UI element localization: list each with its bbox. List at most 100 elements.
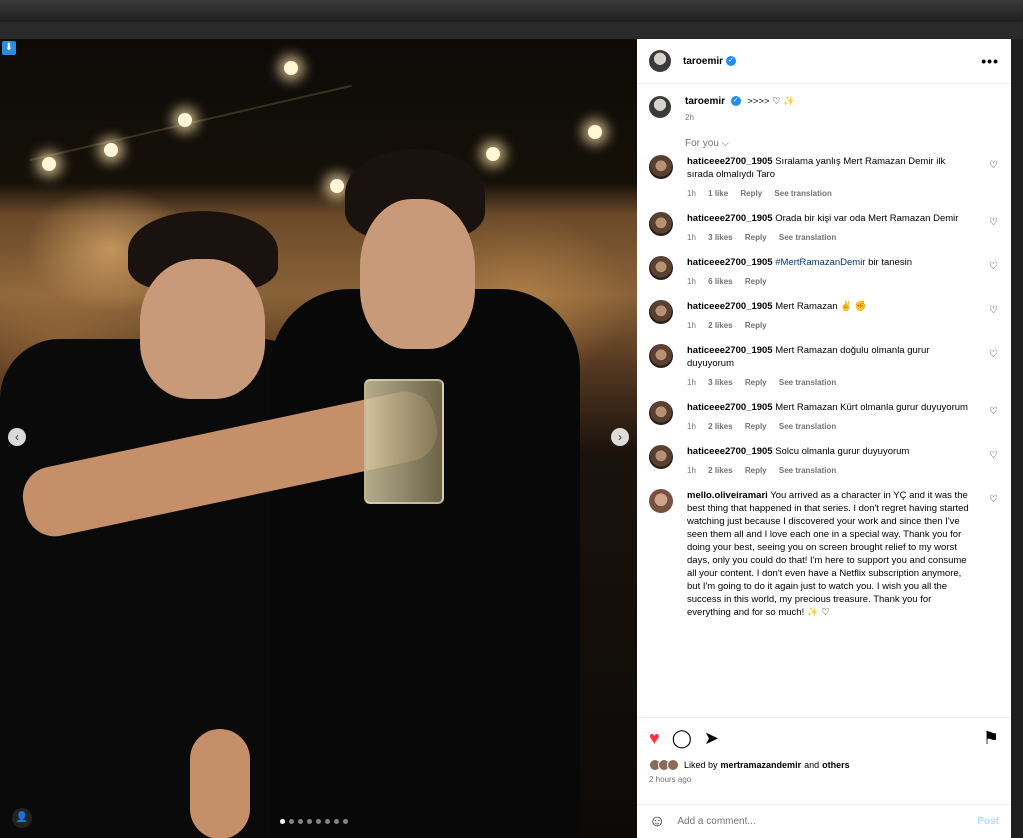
post-caption: taroemir ✓ >>>> ♡ ✨ 2h [637,84,1011,128]
liked-by-avatars [649,759,679,771]
see-translation-button[interactable]: See translation [779,233,836,242]
commenter-avatar[interactable] [649,256,673,280]
comment-username[interactable]: haticeee2700_1905 [687,402,773,413]
carousel-dot [325,819,330,824]
caption-username[interactable]: taroemir [685,96,725,107]
light-bulb [330,179,344,193]
comment-username[interactable]: haticeee2700_1905 [687,213,773,224]
comment-likes[interactable]: 6 likes [708,277,732,286]
liked-by-prefix: Liked by [684,760,718,770]
comment-icon[interactable]: ◯ [672,728,692,749]
hashtag-link[interactable]: #MertRamazanDemir [775,257,865,268]
light-bulb [588,125,602,139]
share-icon[interactable]: ➤ [704,728,719,749]
comment-username[interactable]: haticeee2700_1905 [687,257,773,268]
comment-likes[interactable]: 2 likes [708,466,732,475]
see-translation-button[interactable]: See translation [779,466,836,475]
comment-item: haticeee2700_1905 Sıralama yanlış Mert R… [649,155,999,200]
carousel-dot [334,819,339,824]
previous-photo-button[interactable]: ‹ [8,428,26,446]
backdrop-strip [0,22,1023,39]
reply-button[interactable]: Reply [740,189,762,198]
see-translation-button[interactable]: See translation [774,189,831,198]
see-translation-button[interactable]: See translation [779,378,836,387]
author-username[interactable]: taroemir [683,56,723,67]
commenter-avatar[interactable] [649,155,673,179]
comment-time: 1h [687,378,696,387]
comment-likes[interactable]: 2 likes [708,422,732,431]
add-comment-bar: ☺ Add a comment... Post [637,804,1011,838]
person-left-head [140,259,265,399]
hand [190,729,250,838]
post-comment-button[interactable]: Post [977,816,999,827]
reply-button[interactable]: Reply [745,321,767,330]
user-tag-icon[interactable]: 👤 [12,808,32,828]
comment-text: Mert Ramazan Kürt olmanla gurur duyuyoru… [775,402,968,413]
comment-item: haticeee2700_1905 Orada bir kişi var oda… [649,212,999,244]
comment-text: Mert Ramazan ✌️ ✊ [775,301,867,312]
liked-by-user[interactable]: mertramazandemir [721,760,802,770]
commenter-avatar[interactable] [649,401,673,425]
comment-like-heart-icon[interactable]: ♡ [989,407,999,417]
reply-button[interactable]: Reply [745,277,767,286]
comment-username[interactable]: haticeee2700_1905 [687,156,773,167]
reply-button[interactable]: Reply [745,422,767,431]
comment-likes[interactable]: 2 likes [708,321,732,330]
comment-item: haticeee2700_1905 #MertRamazanDemir bir … [649,256,999,288]
more-options-button[interactable]: ••• [981,53,999,69]
comment-username[interactable]: haticeee2700_1905 [687,345,773,356]
download-icon[interactable]: ⬇ [2,41,16,55]
carousel-dot [307,819,312,824]
comments-list[interactable]: haticeee2700_1905 Sıralama yanlış Mert R… [637,155,1011,725]
comment-text: Orada bir kişi var oda Mert Ramazan Demi… [775,213,959,224]
glass [364,379,444,504]
commenter-avatar[interactable] [649,445,673,469]
comment-username[interactable]: haticeee2700_1905 [687,301,773,312]
reply-button[interactable]: Reply [745,233,767,242]
commenter-avatar[interactable] [649,489,673,513]
comment-likes[interactable]: 3 likes [708,378,732,387]
carousel-dot [298,819,303,824]
post-side-panel: taroemir ✓ ••• taroemir ✓ >>>> ♡ ✨ 2h Fo… [637,39,1011,838]
commenter-avatar[interactable] [649,344,673,368]
commenter-avatar[interactable] [649,300,673,324]
author-avatar[interactable] [649,50,671,72]
comment-likes[interactable]: 1 like [708,189,728,198]
comment-likes[interactable]: 3 likes [708,233,732,242]
post-photo[interactable]: ‹ › 👤 [0,39,637,838]
post-header: taroemir ✓ ••• [637,39,1011,84]
comment-like-heart-icon[interactable]: ♡ [989,350,999,360]
comment-like-heart-icon[interactable]: ♡ [989,161,999,171]
carousel-dot [316,819,321,824]
liked-by-others[interactable]: others [822,760,850,770]
comment-like-heart-icon[interactable]: ♡ [989,306,999,316]
light-bulb [486,147,500,161]
caption-time: 2h [685,113,694,122]
comment-username[interactable]: haticeee2700_1905 [687,446,773,457]
comment-like-heart-icon[interactable]: ♡ [989,495,999,505]
comment-username[interactable]: mello.oliveiramari [687,490,768,501]
light-bulb [284,61,298,75]
reply-button[interactable]: Reply [745,466,767,475]
comment-input[interactable]: Add a comment... [677,816,755,827]
comment-time: 1h [687,422,696,431]
next-photo-button[interactable]: › [611,428,629,446]
liked-by: Liked by mertramazandemir and others [649,759,999,771]
commenter-avatar[interactable] [649,212,673,236]
browser-top-bar [0,0,1023,22]
comment-like-heart-icon[interactable]: ♡ [989,451,999,461]
caption-text: >>>> ♡ ✨ [747,96,796,107]
comment-sort-dropdown[interactable]: For you ⌵ [685,138,1011,149]
comment-like-heart-icon[interactable]: ♡ [989,262,999,272]
like-heart-icon[interactable]: ♥ [649,728,660,749]
comment-like-heart-icon[interactable]: ♡ [989,218,999,228]
comment-text: bir tanesin [868,257,912,268]
verified-icon: ✓ [730,96,741,107]
carousel-dot [280,819,285,824]
comment-time: 1h [687,321,696,330]
caption-avatar[interactable] [649,96,671,118]
emoji-icon[interactable]: ☺ [649,813,665,831]
bookmark-icon[interactable]: ⚑ [983,728,999,749]
see-translation-button[interactable]: See translation [779,422,836,431]
reply-button[interactable]: Reply [745,378,767,387]
